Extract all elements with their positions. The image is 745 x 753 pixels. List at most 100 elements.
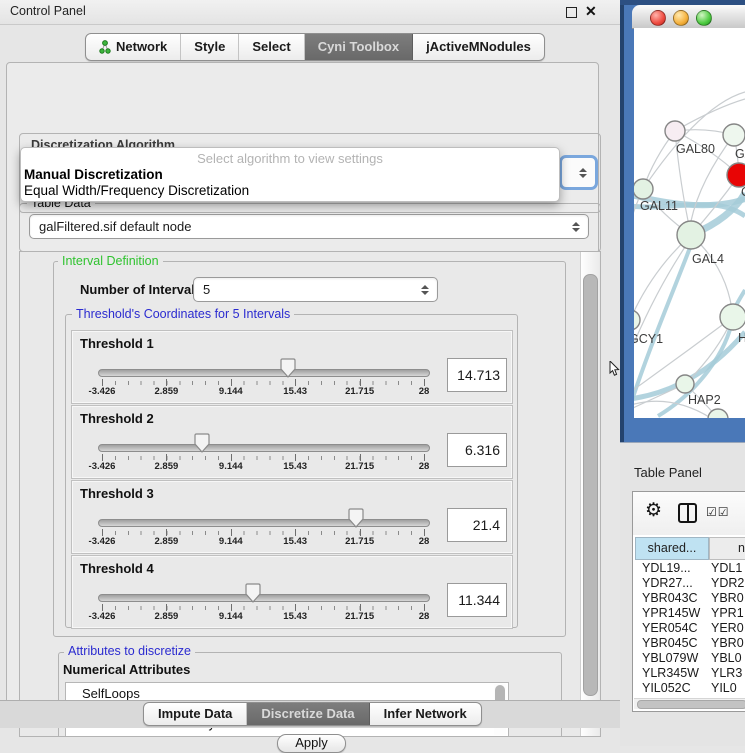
tab-cyni-toolbox[interactable]: Cyni Toolbox bbox=[305, 34, 413, 60]
table-panel: Table Panel ⚙ ☑☑ shared... na YDL19...YD… bbox=[620, 442, 745, 746]
gal80-node[interactable] bbox=[665, 121, 685, 141]
table-row[interactable]: YLR345WYLR3 bbox=[635, 666, 745, 681]
node-label-gal11: GAL11 bbox=[640, 199, 678, 213]
tab-network[interactable]: Network bbox=[86, 34, 181, 60]
tab-style[interactable]: Style bbox=[181, 34, 239, 60]
red-node[interactable] bbox=[727, 163, 745, 187]
slider-tick-label: 28 bbox=[401, 461, 447, 472]
tab-impute-data[interactable]: Impute Data bbox=[144, 703, 247, 725]
slider-track[interactable] bbox=[98, 519, 430, 527]
column-header-name[interactable]: na bbox=[709, 537, 745, 560]
network-canvas[interactable]: GAL80GACGAL11GAL4GCY1HHAP2 bbox=[634, 28, 745, 418]
network-window-titlebar[interactable] bbox=[632, 5, 745, 29]
select-columns-checkboxes-icon[interactable]: ☑☑ bbox=[706, 505, 730, 519]
slider-tick-label: -3.426 bbox=[79, 611, 125, 622]
cell-shared-name: YBR043C bbox=[642, 591, 698, 605]
gcy1-node[interactable] bbox=[634, 310, 640, 330]
threshold-value-field[interactable]: 11.344 bbox=[447, 583, 507, 617]
cell-shared-name: YIL052C bbox=[642, 681, 691, 695]
h-node[interactable] bbox=[720, 304, 745, 330]
float-window-icon[interactable] bbox=[566, 7, 577, 18]
column-header-shared-name[interactable]: shared... bbox=[635, 537, 709, 560]
settings-scroll-panel: Interval Definition Number of Intervals … bbox=[19, 251, 601, 737]
slider-tick-label: 21.715 bbox=[337, 461, 383, 472]
tab-jactivemnodules[interactable]: jActiveMNodules bbox=[413, 34, 544, 60]
slider-thumb[interactable] bbox=[348, 508, 364, 528]
apply-button[interactable]: Apply bbox=[277, 734, 346, 753]
slider-major-tick bbox=[295, 379, 296, 386]
cell-name: YIL0 bbox=[711, 681, 737, 695]
minimize-traffic-light-icon[interactable] bbox=[673, 10, 689, 26]
cell-shared-name: YDR27... bbox=[642, 576, 693, 590]
node-label-c: C bbox=[741, 185, 745, 199]
cell-name: YPR1 bbox=[711, 606, 744, 620]
hap2-node[interactable] bbox=[676, 375, 694, 393]
slider-thumb[interactable] bbox=[280, 358, 296, 378]
threshold-value-field[interactable]: 6.316 bbox=[447, 433, 507, 467]
topright-node[interactable] bbox=[723, 124, 745, 146]
number-of-intervals-combobox[interactable]: 5 bbox=[193, 277, 438, 302]
tab-infer-network[interactable]: Infer Network bbox=[370, 703, 481, 725]
zoom-traffic-light-icon[interactable] bbox=[696, 10, 712, 26]
edge bbox=[634, 235, 691, 320]
threshold-label: Threshold 4 bbox=[80, 561, 154, 576]
algorithm-prompt: Select algorithm to view settings bbox=[21, 151, 559, 166]
gal4-node[interactable] bbox=[677, 221, 705, 249]
table-horizontal-scrollbar[interactable] bbox=[634, 698, 745, 709]
settings-gear-icon[interactable]: ⚙ bbox=[645, 499, 662, 522]
cell-shared-name: YBR045C bbox=[642, 636, 698, 650]
slider-minor-ticks bbox=[102, 381, 425, 385]
panel-scrollbar-thumb[interactable] bbox=[583, 274, 598, 696]
tab-label: Infer Network bbox=[384, 704, 467, 724]
slider-tick-label: 21.715 bbox=[337, 536, 383, 547]
cell-shared-name: YDL19... bbox=[642, 561, 691, 575]
top-tab-bar: Network Style SelectCyni ToolboxjActiveMNo… bbox=[85, 33, 545, 61]
slider-major-tick bbox=[295, 454, 296, 461]
slider-major-tick bbox=[424, 454, 425, 461]
numerical-attributes-label: Numerical Attributes bbox=[63, 662, 190, 677]
number-of-intervals-label: Number of Intervals bbox=[80, 282, 202, 297]
cell-shared-name: YLR345W bbox=[642, 666, 699, 680]
table-row[interactable]: YDR27...YDR2 bbox=[635, 576, 745, 591]
attribute-item-selfloops[interactable]: SelfLoops bbox=[66, 686, 508, 701]
table-row[interactable]: YDL19...YDL1 bbox=[635, 561, 745, 576]
threshold-value-field[interactable]: 14.713 bbox=[447, 358, 507, 392]
slider-thumb[interactable] bbox=[194, 433, 210, 453]
slider-minor-ticks bbox=[102, 531, 425, 535]
table-row[interactable]: YIL052C YIL0 bbox=[635, 681, 745, 696]
table-row[interactable]: YPR145WYPR1 bbox=[635, 606, 745, 621]
table-row[interactable]: YBL079WYBL0 bbox=[635, 651, 745, 666]
table-row[interactable]: YER054CYER0 bbox=[635, 621, 745, 636]
slider-track[interactable] bbox=[98, 444, 430, 452]
popup-option-equal-width-frequency[interactable]: Equal Width/Frequency Discretization bbox=[24, 183, 249, 198]
table-data-combobox[interactable]: galFiltered.sif default node bbox=[29, 214, 589, 239]
slider-tick-label: -3.426 bbox=[79, 461, 125, 472]
slider-major-tick bbox=[231, 379, 232, 386]
table-row[interactable]: YBR043CYBR0 bbox=[635, 591, 745, 606]
close-traffic-light-icon[interactable] bbox=[650, 10, 666, 26]
slider-tick-label: 9.144 bbox=[208, 386, 254, 397]
threshold-value-field[interactable]: 21.4 bbox=[447, 508, 507, 542]
panel-vertical-scrollbar[interactable] bbox=[580, 252, 599, 736]
slider-thumb[interactable] bbox=[245, 583, 261, 603]
gal11-node[interactable] bbox=[634, 179, 653, 199]
split-columns-icon[interactable] bbox=[678, 503, 697, 523]
slider-track[interactable] bbox=[98, 369, 430, 377]
algorithm-combobox-focus-ring[interactable] bbox=[559, 155, 598, 190]
tab-discretize-data[interactable]: Discretize Data bbox=[247, 703, 369, 725]
table-row[interactable]: YBR045CYBR0 bbox=[635, 636, 745, 651]
threshold-label: Threshold 3 bbox=[80, 486, 154, 501]
threshold-label: Threshold 2 bbox=[80, 411, 154, 426]
tab-select[interactable]: Select bbox=[239, 34, 304, 60]
slider-tick-label: 21.715 bbox=[337, 386, 383, 397]
close-icon[interactable]: ✕ bbox=[585, 3, 597, 20]
slider-tick-label: 2.859 bbox=[143, 536, 189, 547]
control-panel-titlebar: Control Panel ✕ bbox=[0, 0, 620, 25]
table-scrollbar-thumb[interactable] bbox=[637, 700, 745, 709]
network-icon bbox=[99, 40, 111, 54]
popup-option-manual-discretization[interactable]: Manual Discretization bbox=[24, 167, 163, 182]
slider-tick-label: 2.859 bbox=[143, 386, 189, 397]
slider-track[interactable] bbox=[98, 594, 430, 602]
tab-label: Style bbox=[194, 35, 225, 59]
slider-tick-label: 21.715 bbox=[337, 611, 383, 622]
